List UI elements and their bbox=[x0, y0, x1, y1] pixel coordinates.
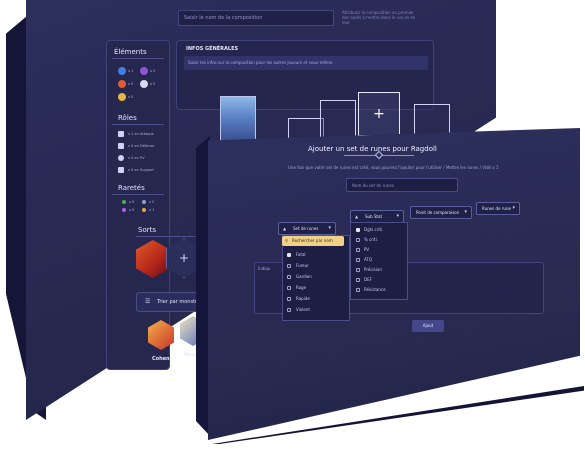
element-count: x 0 bbox=[128, 82, 134, 86]
general-info-input[interactable]: Saisir les infos sur la composition pour… bbox=[184, 56, 428, 70]
substat-option[interactable]: ATQ bbox=[364, 257, 372, 262]
substat-option[interactable]: Résistance bbox=[364, 287, 386, 292]
modal-side bbox=[196, 136, 210, 436]
compare-dropdown[interactable]: Point de comparaison bbox=[410, 206, 472, 219]
rune-set-option[interactable]: Rage bbox=[296, 285, 306, 290]
checkbox[interactable] bbox=[287, 275, 291, 279]
role-attack: x 1 en Attaque bbox=[128, 132, 154, 136]
rarities-title: Raretés bbox=[118, 184, 145, 192]
water-icon bbox=[118, 67, 126, 75]
element-count: x 0 bbox=[150, 82, 156, 86]
element-count: x 0 bbox=[150, 69, 156, 73]
checkbox[interactable] bbox=[356, 248, 360, 252]
role-defense: x 0 en Défense bbox=[128, 144, 155, 148]
substat-option[interactable]: Dgts criti. bbox=[364, 227, 383, 232]
substat-option[interactable]: PV bbox=[364, 247, 369, 252]
element-count: x 1 bbox=[128, 69, 134, 73]
elements-divider bbox=[112, 58, 164, 59]
rune-filter-dropdown[interactable]: Runes de rune bbox=[476, 202, 520, 215]
rune-set-search-input[interactable]: Rechercher par nom bbox=[282, 236, 344, 246]
rune-set-option[interactable]: Fatal bbox=[296, 252, 306, 257]
dark-icon bbox=[140, 67, 148, 75]
spells-title: Sorts bbox=[138, 226, 156, 234]
composition-name-input[interactable]: Saisir le nom de la composition bbox=[178, 10, 334, 26]
rarity-count: x 0 bbox=[149, 200, 155, 204]
monster-name: Cohen bbox=[152, 356, 170, 362]
rarity-count: x 0 bbox=[129, 200, 135, 204]
fire-icon bbox=[118, 80, 126, 88]
rune-set-name-input[interactable]: Nom du set de runes bbox=[346, 178, 458, 192]
checkbox[interactable] bbox=[356, 278, 360, 282]
roles-title: Rôles bbox=[118, 114, 137, 122]
support-icon bbox=[118, 167, 124, 173]
rarity-dot bbox=[122, 208, 126, 212]
checkbox[interactable] bbox=[287, 297, 291, 301]
wind-icon bbox=[118, 93, 126, 101]
add-rune-set-button[interactable]: Ajout bbox=[412, 320, 444, 332]
rarity-dot bbox=[142, 200, 146, 204]
role-support: x 0 en Support bbox=[128, 168, 154, 172]
rune-set-dropdown[interactable]: Set de runes bbox=[278, 222, 336, 235]
checkbox[interactable] bbox=[287, 308, 291, 312]
rarity-dot bbox=[142, 208, 146, 212]
rune-set-option[interactable]: Rapide bbox=[296, 296, 310, 301]
hp-icon bbox=[118, 155, 124, 161]
rarities-divider bbox=[112, 194, 164, 195]
composition-hint: Attribuez la composition au premier des … bbox=[342, 10, 416, 25]
rune-set-list bbox=[282, 235, 350, 321]
modal-title: Ajouter un set de runes pour Ragdoll bbox=[308, 145, 437, 153]
checkbox[interactable] bbox=[287, 264, 291, 268]
attack-icon bbox=[118, 131, 124, 137]
checkbox[interactable] bbox=[356, 268, 360, 272]
substat-option[interactable]: Précision bbox=[364, 267, 382, 272]
element-count: x 0 bbox=[128, 95, 134, 99]
elements-title: Éléments bbox=[114, 48, 147, 56]
rarity-count: x 0 bbox=[129, 208, 135, 212]
defense-icon bbox=[118, 143, 124, 149]
general-info-title: INFOS GÉNÉRALES bbox=[186, 46, 239, 52]
rune-set-option[interactable]: Gardien bbox=[296, 274, 312, 279]
substat-option[interactable]: % criti. bbox=[364, 237, 378, 242]
substat-option[interactable]: DEF bbox=[364, 277, 372, 282]
checkbox[interactable] bbox=[287, 286, 291, 290]
checkbox[interactable] bbox=[356, 258, 360, 262]
rune-set-option[interactable]: Fureur bbox=[296, 263, 309, 268]
roles-divider bbox=[112, 124, 164, 125]
rune-set-option[interactable]: Violent bbox=[296, 307, 310, 312]
checkbox[interactable] bbox=[287, 253, 291, 257]
indicator-label: Indiqu bbox=[258, 266, 271, 271]
checkbox[interactable] bbox=[356, 228, 360, 232]
checkbox[interactable] bbox=[356, 238, 360, 242]
role-hp: x 0 en PV bbox=[128, 156, 145, 160]
checkbox[interactable] bbox=[356, 288, 360, 292]
modal-subtitle: Une fois que votre set de runes est créé… bbox=[288, 165, 499, 170]
rarity-count: x 1 bbox=[149, 208, 155, 212]
spells-divider bbox=[136, 236, 200, 237]
light-icon bbox=[140, 80, 148, 88]
rarity-dot bbox=[122, 200, 126, 204]
